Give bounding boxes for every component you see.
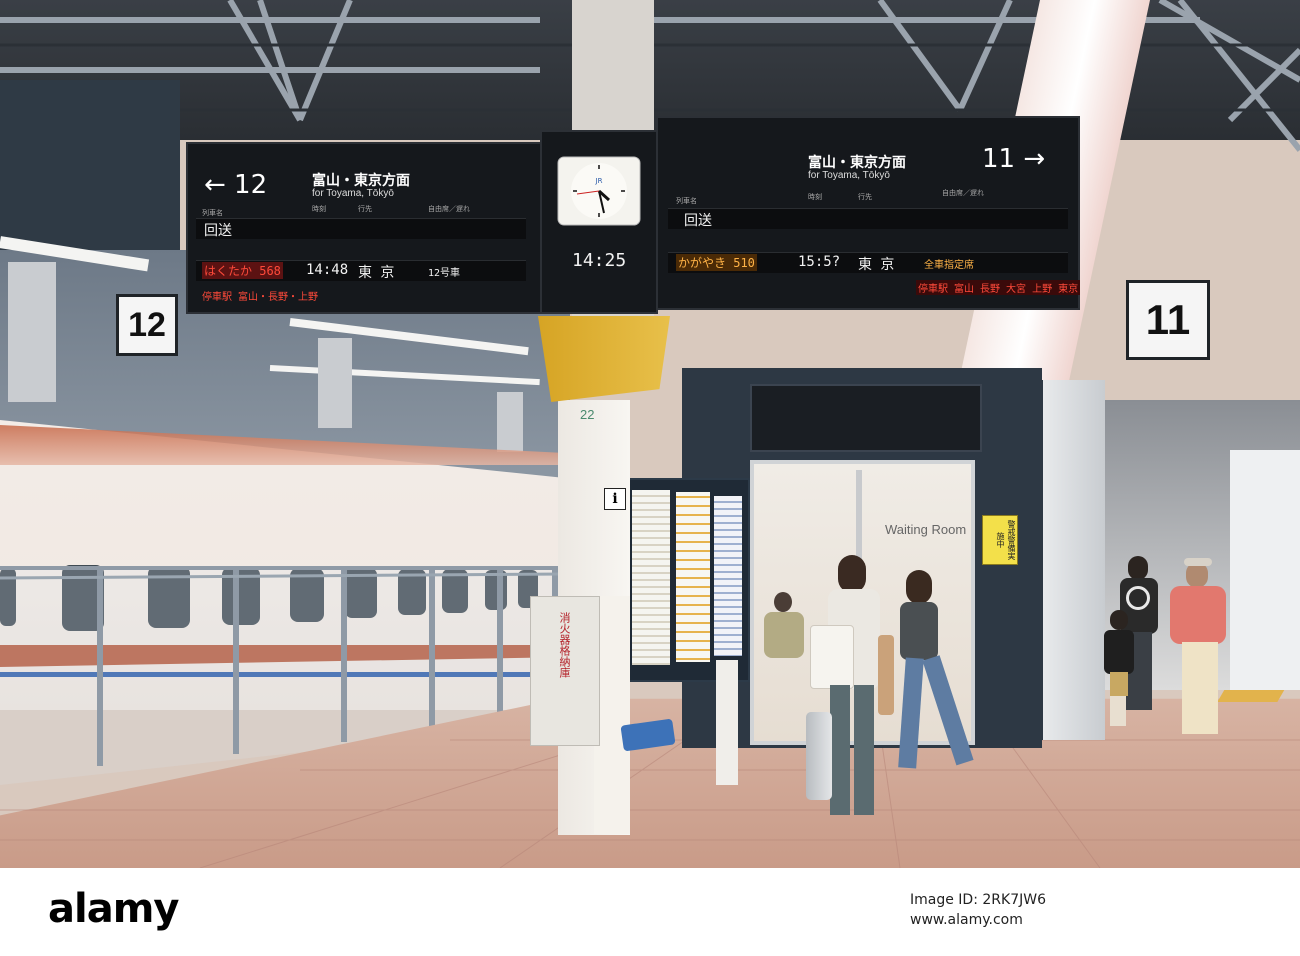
board-left-col-time: 時刻 [312, 206, 326, 213]
board-left-col-train: 列車名 [202, 210, 223, 217]
brand-url: www.alamy.com [910, 912, 1023, 928]
info-board-leg [716, 660, 738, 785]
image-id: Image ID: 2RK7JW6 www.alamy.com [910, 890, 1046, 930]
board-left-row2-train: はくたか 568 [202, 262, 283, 279]
board-left-col-dest: 行先 [358, 206, 372, 213]
child-walking [1100, 610, 1140, 730]
pillar-cap [538, 316, 670, 402]
board-left-destination-jp: 富山・東京方面 [312, 173, 410, 189]
board-right-col-train: 列車名 [676, 198, 697, 205]
man-in-pink-shirt [1160, 558, 1242, 742]
seated-passenger [764, 592, 804, 662]
board-right-platform-arrow: 11 → [982, 144, 1046, 174]
board-left-row2-dest: 東 京 [358, 265, 395, 281]
waiting-room-mini-board [750, 384, 982, 452]
pillar-number: 22 [580, 407, 595, 422]
board-right-destination-en: for Toyama, Tōkyō [808, 170, 890, 181]
girl-walking [890, 570, 974, 780]
pillar-far-3 [497, 392, 523, 452]
board-left-destination-en: for Toyama, Tōkyō [312, 188, 394, 199]
timetable-poster-3 [714, 496, 742, 656]
platform-sign-11: 11 [1126, 280, 1210, 360]
info-icon: i [604, 488, 626, 510]
clock-panel: JR 14:25 [540, 130, 658, 314]
watermark-footer: alamy Image ID: 2RK7JW6 www.alamy.com [0, 868, 1300, 956]
board-left-row-1 [196, 218, 526, 239]
board-right-row3: 停車駅 富山 長野 大宮 上野 東京 [916, 280, 1081, 295]
waiting-room-sign: Waiting Room [885, 522, 967, 537]
departure-board-right: 富山・東京方面 for Toyama, Tōkyō 11 → 列車名 時刻 行先… [656, 116, 1081, 310]
image-id-label: Image ID: 2RK7JW6 [910, 892, 1046, 908]
board-right-row2-seat: 全車指定席 [924, 260, 974, 271]
board-left-col-seat: 自由席／遅れ [428, 206, 470, 213]
board-left-platform-arrow: ← 12 [204, 170, 268, 200]
board-left-row3: 停車駅 富山・長野・上野 [202, 292, 319, 303]
board-left-row1-text: 回送 [204, 223, 232, 239]
board-right-destination-jp: 富山・東京方面 [808, 155, 906, 171]
cabinet-label: 消火器格納庫 [558, 612, 570, 678]
platform-sign-12: 12 [116, 294, 178, 356]
pillar-far-2 [318, 338, 352, 428]
brand-logo: alamy [48, 886, 179, 932]
board-right-col-time: 時刻 [808, 194, 822, 201]
timetable-poster-1 [632, 490, 670, 665]
board-right-row1-text: 回送 [684, 213, 712, 229]
station-photo: Waiting Room 警戒警備実施中 22 i 消火器格納庫 12 11 ←… [0, 0, 1300, 868]
silver-suitcase [806, 712, 832, 800]
svg-text:JR: JR [595, 177, 603, 185]
board-left-row2-time: 14:48 [306, 262, 349, 278]
waiting-room-glass-side [1040, 380, 1105, 740]
board-right-row-1 [668, 208, 1068, 229]
board-right-row2-train: かがやき 510 [676, 254, 757, 271]
analog-clock: JR [557, 156, 641, 226]
timetable-poster-2 [676, 492, 710, 662]
digital-clock: 14:25 [572, 250, 627, 271]
pillar-far-1 [8, 262, 56, 402]
board-right-row2-dest: 東 京 [858, 257, 895, 273]
board-right-col-seat: 自由席／遅れ [942, 190, 984, 197]
board-right-col-dest: 行先 [858, 194, 872, 201]
board-left-row2-seat: 12号車 [428, 268, 461, 279]
board-right-row2-time: 15:5? [798, 254, 841, 270]
yellow-notice: 警戒警備実施中 [982, 515, 1018, 565]
departure-board-left: ← 12 富山・東京方面 for Toyama, Tōkyō 列車名 時刻 行先… [186, 142, 542, 314]
